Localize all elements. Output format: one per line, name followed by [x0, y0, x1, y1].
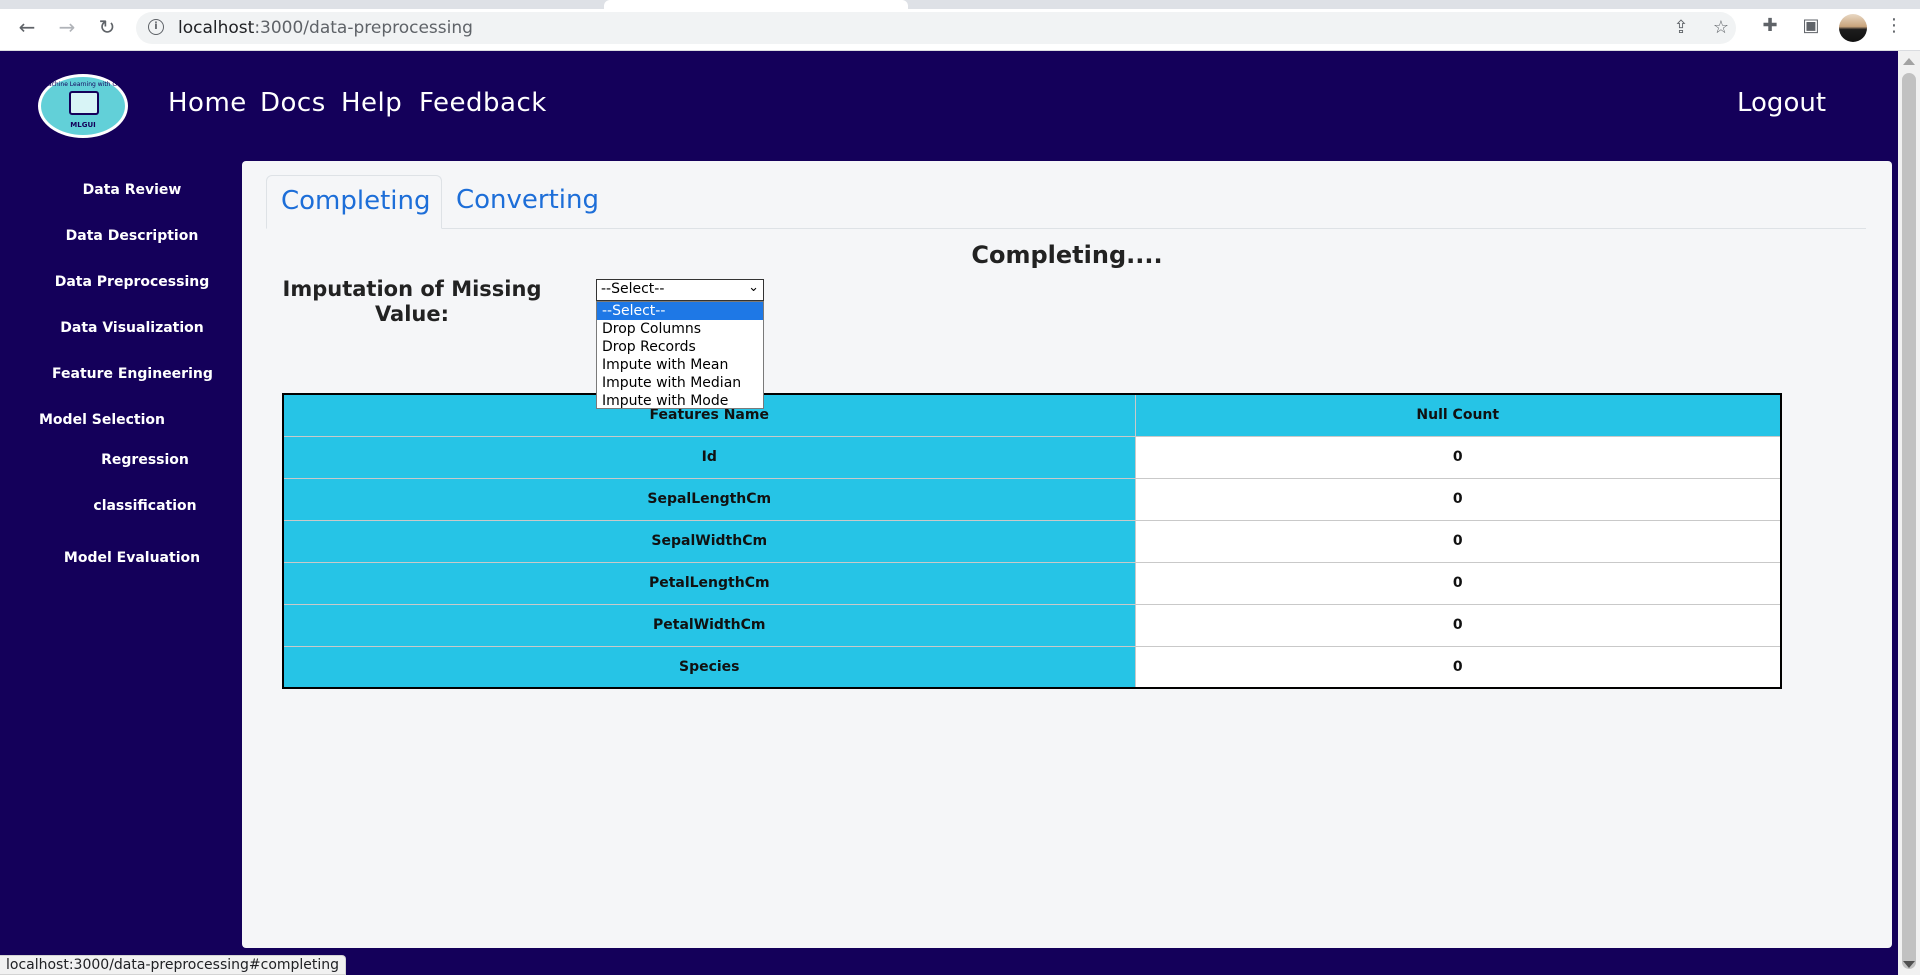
null-count-cell: 0: [1134, 561, 1782, 605]
logout-link[interactable]: Logout: [1737, 88, 1826, 118]
profile-avatar[interactable]: [1839, 14, 1867, 42]
imputation-label: Imputation of Missing Value:: [282, 277, 542, 326]
scroll-down-arrow-icon[interactable]: [1903, 961, 1915, 968]
nav-docs[interactable]: Docs: [260, 88, 326, 118]
dropdown-option-impute-median[interactable]: Impute with Median: [597, 374, 763, 392]
back-icon[interactable]: ←: [14, 14, 40, 40]
column-header-null-count: Null Count: [1134, 393, 1782, 437]
app-logo[interactable]: Machine Learning with GUI MLGUI: [38, 74, 128, 138]
dropdown-option-drop-records[interactable]: Drop Records: [597, 338, 763, 356]
reload-icon[interactable]: ↻: [94, 14, 120, 40]
null-count-table: Features Name Null Count Id 0 SepalLengt…: [282, 393, 1782, 689]
side-panel-icon[interactable]: ▣: [1799, 14, 1823, 38]
dropdown-option-impute-mode[interactable]: Impute with Mode: [597, 392, 763, 410]
imputation-select[interactable]: --Select-- ⌄: [596, 279, 764, 301]
feature-name-cell: SepalWidthCm: [282, 519, 1136, 563]
url-host: localhost: [178, 18, 255, 38]
sidebar-item-classification[interactable]: classification: [85, 498, 205, 514]
dropdown-option-impute-mean[interactable]: Impute with Mean: [597, 356, 763, 374]
null-count-cell: 0: [1134, 519, 1782, 563]
table-row: Id 0: [282, 435, 1782, 479]
sidebar-item-feature-engineering[interactable]: Feature Engineering: [52, 366, 213, 382]
sidebar-item-regression[interactable]: Regression: [85, 452, 205, 468]
chevron-down-icon: ⌄: [748, 280, 759, 295]
sidebar-item-data-preprocessing[interactable]: Data Preprocessing: [52, 274, 212, 290]
url-path: :3000/data-preprocessing: [254, 18, 473, 38]
feature-name-cell: Id: [282, 435, 1136, 479]
section-heading: Completing....: [971, 241, 1163, 269]
table-row: Species 0: [282, 645, 1782, 689]
nav-help[interactable]: Help: [341, 88, 402, 118]
null-count-cell: 0: [1134, 603, 1782, 647]
table-row: PetalWidthCm 0: [282, 603, 1782, 647]
nav-home[interactable]: Home: [168, 88, 247, 118]
dropdown-option-drop-columns[interactable]: Drop Columns: [597, 320, 763, 338]
tab-completing[interactable]: Completing: [266, 175, 442, 229]
share-icon[interactable]: ⇪: [1670, 17, 1692, 39]
feature-name-cell: SepalLengthCm: [282, 477, 1136, 521]
sidebar-item-model-evaluation[interactable]: Model Evaluation: [62, 550, 202, 566]
scrollbar-thumb[interactable]: [1902, 73, 1916, 969]
null-count-cell: 0: [1134, 477, 1782, 521]
feature-name-cell: PetalLengthCm: [282, 561, 1136, 605]
dropdown-option-select[interactable]: --Select--: [597, 302, 763, 320]
active-browser-tab[interactable]: [604, 0, 908, 9]
tab-bar: Completing Converting: [266, 175, 1866, 229]
table-row: SepalLengthCm 0: [282, 477, 1782, 521]
link-status-bar: localhost:3000/data-preprocessing#comple…: [0, 955, 347, 975]
tab-converting[interactable]: Converting: [442, 175, 622, 229]
address-bar[interactable]: i localhost:3000/data-preprocessing ⇪ ☆: [136, 12, 1736, 44]
sidebar-item-data-description[interactable]: Data Description: [52, 228, 212, 244]
browser-toolbar: ← → ↻ i localhost:3000/data-preprocessin…: [0, 0, 1920, 51]
url-text[interactable]: localhost:3000/data-preprocessing: [178, 18, 473, 38]
null-count-cell: 0: [1134, 435, 1782, 479]
page-scrollbar[interactable]: [1898, 51, 1920, 975]
select-current-value: --Select--: [601, 281, 665, 297]
table-header-row: Features Name Null Count: [282, 393, 1782, 437]
sidebar-item-data-visualization[interactable]: Data Visualization: [52, 320, 212, 336]
null-count-cell: 0: [1134, 645, 1782, 689]
table-row: SepalWidthCm 0: [282, 519, 1782, 563]
main-panel: Completing Converting Completing.... Imp…: [242, 161, 1892, 948]
feature-name-cell: Species: [282, 645, 1136, 689]
sidebar-item-data-review[interactable]: Data Review: [62, 182, 202, 198]
tab-strip: [0, 0, 1920, 9]
logo-computer-icon: [69, 91, 99, 115]
nav-feedback[interactable]: Feedback: [419, 88, 547, 118]
imputation-dropdown-list[interactable]: --Select-- Drop Columns Drop Records Imp…: [596, 301, 764, 409]
scroll-up-arrow-icon[interactable]: [1903, 58, 1915, 65]
logo-ring-text: Machine Learning with GUI: [42, 81, 124, 88]
sidebar-item-model-selection[interactable]: Model Selection: [32, 412, 172, 428]
more-menu-icon[interactable]: ⋮: [1882, 14, 1906, 38]
table-row: PetalLengthCm 0: [282, 561, 1782, 605]
site-info-icon[interactable]: i: [148, 19, 164, 35]
forward-icon[interactable]: →: [54, 14, 80, 40]
bookmark-star-icon[interactable]: ☆: [1710, 17, 1732, 39]
logo-caption: MLGUI: [70, 121, 96, 129]
extensions-icon[interactable]: ✚: [1758, 14, 1782, 38]
feature-name-cell: PetalWidthCm: [282, 603, 1136, 647]
